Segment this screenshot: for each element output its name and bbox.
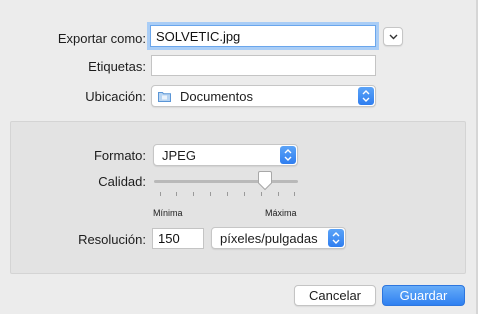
export-as-label: Exportar como: xyxy=(57,31,146,46)
quality-slider-track[interactable] xyxy=(154,180,298,183)
format-popup[interactable]: JPEG xyxy=(153,144,298,166)
export-as-input[interactable] xyxy=(150,25,376,47)
location-popup[interactable]: Documentos xyxy=(151,85,376,107)
location-label: Ubicación: xyxy=(85,89,146,104)
format-popup-arrows xyxy=(280,146,296,164)
quality-slider-knob[interactable] xyxy=(257,171,273,191)
location-value: Documentos xyxy=(180,89,253,104)
quality-slider-tick xyxy=(193,192,194,196)
quality-slider-tick xyxy=(160,192,161,196)
up-down-chevron-icon xyxy=(332,232,340,244)
folder-icon xyxy=(158,92,171,102)
chevron-down-icon xyxy=(389,34,398,40)
resolution-unit-popup[interactable]: píxeles/pulgadas xyxy=(211,227,346,249)
format-value: JPEG xyxy=(162,148,196,163)
quality-slider-tick xyxy=(227,192,228,196)
up-down-chevron-icon xyxy=(284,149,292,161)
format-label: Formato: xyxy=(93,148,146,163)
quality-slider-tick xyxy=(210,192,211,196)
cancel-button[interactable]: Cancelar xyxy=(294,285,376,306)
resolution-unit-value: píxeles/pulgadas xyxy=(220,231,318,246)
resolution-unit-popup-arrows xyxy=(328,229,344,247)
save-button[interactable]: Guardar xyxy=(382,285,465,306)
quality-slider-tick xyxy=(261,192,262,196)
tags-input[interactable] xyxy=(151,55,376,76)
quality-min-label: Mínima xyxy=(153,208,183,218)
quality-slider-tick xyxy=(244,192,245,196)
quality-max-label: Máxima xyxy=(265,208,297,218)
up-down-chevron-icon xyxy=(362,90,370,102)
resolution-input[interactable] xyxy=(152,228,204,249)
location-popup-arrows xyxy=(358,87,374,105)
tags-label: Etiquetas: xyxy=(88,59,146,74)
quality-slider-tick xyxy=(294,192,295,196)
quality-slider-tick xyxy=(278,192,279,196)
quality-slider-tick xyxy=(176,192,177,196)
resolution-label: Resolución: xyxy=(78,232,146,247)
expand-dialog-button[interactable] xyxy=(383,27,403,46)
quality-label: Calidad: xyxy=(98,174,146,189)
